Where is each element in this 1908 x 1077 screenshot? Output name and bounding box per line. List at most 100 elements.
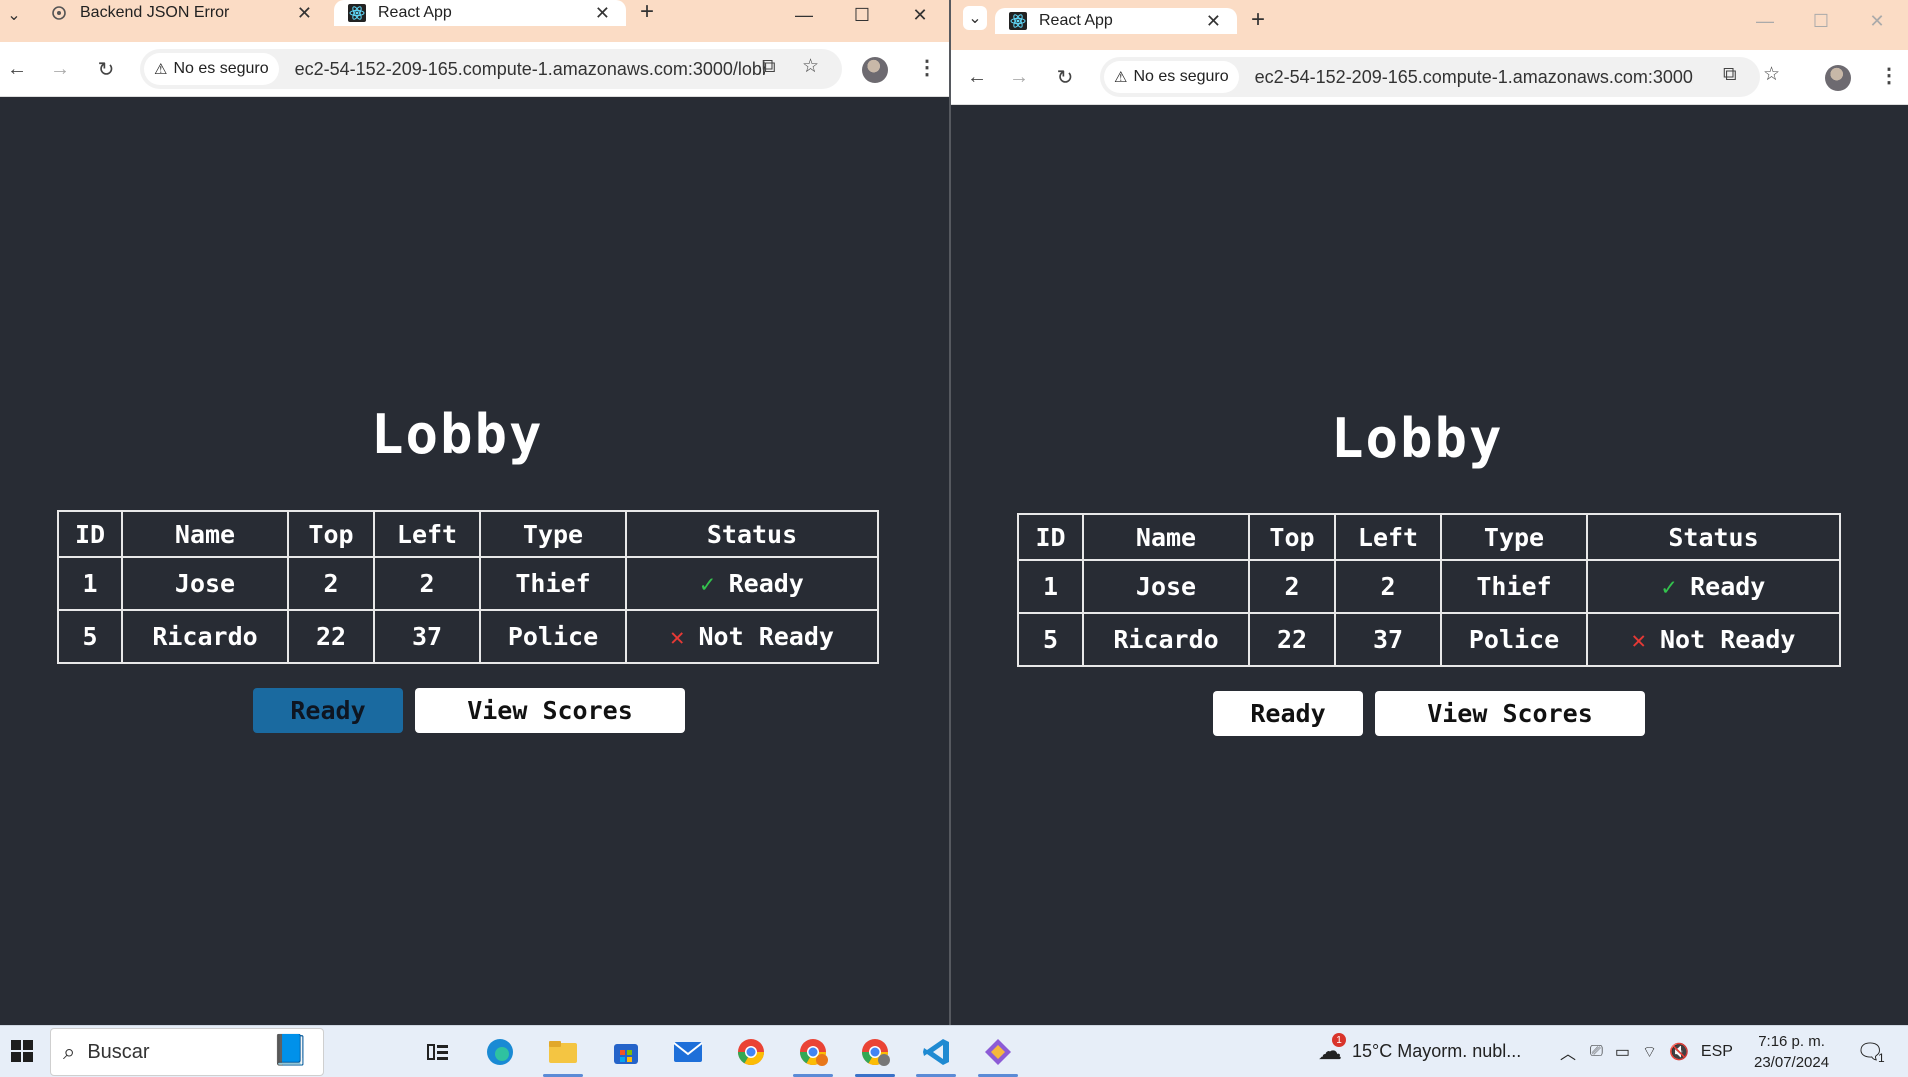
vscode-icon[interactable] bbox=[918, 1034, 954, 1070]
translate-icon[interactable]: ⧉ bbox=[1723, 64, 1737, 86]
view-scores-button[interactable]: View Scores bbox=[415, 688, 685, 733]
players-table: ID Name Top Left Type Status 1 Jose 2 2 … bbox=[57, 510, 879, 664]
new-tab-icon[interactable]: + bbox=[1251, 6, 1265, 34]
chrome-profile-icon[interactable] bbox=[795, 1034, 831, 1070]
menu-icon[interactable]: ⋮ bbox=[1879, 63, 1899, 88]
chrome-icon[interactable] bbox=[733, 1034, 769, 1070]
chevron-up-icon[interactable]: ︿ bbox=[1560, 1040, 1576, 1064]
taskbar: ⌕ Buscar 📘 ☁ 1 15°C Mayorm. nubl... ︿ ⎚ … bbox=[0, 1025, 1908, 1077]
cell-name: Ricardo bbox=[121, 609, 289, 664]
status-text: Not Ready bbox=[1659, 625, 1796, 654]
table-header-row: ID Name Top Left Type Status bbox=[1017, 513, 1841, 561]
cell-id: 1 bbox=[57, 556, 123, 611]
cell-id: 1 bbox=[1017, 559, 1084, 614]
minimize-icon[interactable]: — bbox=[1737, 6, 1793, 36]
language-indicator[interactable]: ESP bbox=[1701, 1043, 1733, 1061]
tab-react-app[interactable]: React App ✕ bbox=[334, 0, 626, 26]
cell-type: Thief bbox=[1440, 559, 1588, 614]
tab-search-icon[interactable]: ⌄ bbox=[963, 6, 987, 30]
table-row: 5 Ricardo 22 37 Police ✕ Not Ready bbox=[57, 609, 879, 664]
cell-status: ✕ Not Ready bbox=[625, 609, 879, 664]
camera-icon[interactable]: ⎚ bbox=[1590, 1043, 1603, 1061]
tab-react-app[interactable]: React App ✕ bbox=[995, 8, 1237, 34]
cell-left: 2 bbox=[1334, 559, 1442, 614]
forward-icon[interactable]: → bbox=[1007, 65, 1031, 89]
cross-icon: ✕ bbox=[670, 623, 685, 651]
url-text: ec2-54-152-209-165.compute-1.amazonaws.c… bbox=[1254, 66, 1693, 87]
mail-icon[interactable] bbox=[670, 1034, 706, 1070]
cell-top: 22 bbox=[287, 609, 375, 664]
column-header: Status bbox=[625, 510, 879, 558]
openai-icon bbox=[50, 4, 68, 22]
maximize-icon[interactable]: ☐ bbox=[1793, 6, 1849, 36]
notification-count: 1 bbox=[1877, 1050, 1885, 1065]
browser-window-right: ⌄ React App ✕ + — ☐ ✕ ← → ↻ ⚠ No es segu… bbox=[951, 0, 1908, 1025]
app-diamond-icon[interactable] bbox=[980, 1034, 1016, 1070]
search-icon: ⌕ bbox=[63, 1039, 76, 1064]
tab-title: Backend JSON Error bbox=[80, 4, 230, 21]
security-chip[interactable]: ⚠ No es seguro bbox=[144, 53, 279, 85]
security-chip[interactable]: ⚠ No es seguro bbox=[1104, 61, 1239, 93]
notifications-icon[interactable]: 🗨 1 bbox=[1856, 1026, 1885, 1077]
weather-badge: 1 bbox=[1332, 1033, 1346, 1047]
page-content: Lobby ID Name Top Left Type Status 1 Jos… bbox=[0, 97, 949, 1025]
search-highlight-icon: 📘 bbox=[271, 1034, 309, 1067]
tray-icons: ︿ ⎚ ▭ ⌔ 🔇 ESP bbox=[1560, 1026, 1747, 1077]
tab-strip: ⌄ React App ✕ + — ☐ ✕ bbox=[951, 0, 1908, 57]
cell-id: 5 bbox=[57, 609, 123, 664]
store-icon[interactable] bbox=[608, 1034, 644, 1070]
minimize-icon[interactable]: — bbox=[776, 0, 832, 30]
menu-icon[interactable]: ⋮ bbox=[917, 55, 937, 80]
translate-icon[interactable]: ⧉ bbox=[762, 56, 776, 78]
bookmark-star-icon[interactable]: ☆ bbox=[1763, 63, 1780, 86]
close-window-icon[interactable]: ✕ bbox=[1849, 6, 1905, 36]
security-label: No es seguro bbox=[1133, 68, 1229, 85]
check-icon: ✓ bbox=[700, 570, 715, 598]
clock[interactable]: 7:16 p. m. 23/07/2024 bbox=[1754, 1026, 1829, 1077]
wifi-icon[interactable]: ⌔ bbox=[1642, 1042, 1657, 1062]
check-icon: ✓ bbox=[1661, 573, 1677, 601]
page-content: Lobby ID Name Top Left Type Status 1 Jos… bbox=[951, 105, 1908, 1025]
avatar[interactable] bbox=[1825, 65, 1851, 91]
reload-icon[interactable]: ↻ bbox=[94, 57, 118, 81]
chrome-profile-2-icon[interactable] bbox=[857, 1034, 893, 1070]
column-header: Left bbox=[1334, 513, 1442, 561]
avatar[interactable] bbox=[862, 57, 888, 83]
taskbar-search[interactable]: ⌕ Buscar 📘 bbox=[50, 1028, 324, 1076]
column-header: Type bbox=[479, 510, 627, 558]
ready-button[interactable]: Ready bbox=[1213, 691, 1363, 736]
tab-backend-json-error[interactable]: Backend JSON Error ✕ bbox=[36, 0, 328, 26]
cell-type: Police bbox=[479, 609, 627, 664]
cell-name: Jose bbox=[121, 556, 289, 611]
weather-widget[interactable]: ☁ 1 15°C Mayorm. nubl... bbox=[1318, 1026, 1521, 1077]
cell-id: 5 bbox=[1017, 612, 1084, 667]
forward-icon[interactable]: → bbox=[48, 57, 72, 81]
clock-time: 7:16 p. m. bbox=[1758, 1032, 1825, 1050]
cell-top: 22 bbox=[1248, 612, 1336, 667]
view-scores-button[interactable]: View Scores bbox=[1375, 691, 1645, 736]
close-window-icon[interactable]: ✕ bbox=[892, 0, 948, 30]
close-tab-icon[interactable]: ✕ bbox=[297, 3, 312, 24]
back-icon[interactable]: ← bbox=[5, 57, 29, 81]
new-tab-icon[interactable]: + bbox=[640, 0, 654, 26]
table-row: 1 Jose 2 2 Thief ✓ Ready bbox=[57, 556, 879, 611]
close-tab-icon[interactable]: ✕ bbox=[595, 3, 610, 24]
bookmark-star-icon[interactable]: ☆ bbox=[802, 55, 819, 78]
cell-name: Ricardo bbox=[1082, 612, 1250, 667]
tab-search-icon[interactable]: ⌄ bbox=[0, 0, 28, 30]
battery-icon[interactable]: ▭ bbox=[1615, 1042, 1630, 1062]
task-view-icon[interactable] bbox=[420, 1034, 456, 1070]
maximize-icon[interactable]: ☐ bbox=[834, 0, 890, 30]
close-tab-icon[interactable]: ✕ bbox=[1206, 11, 1221, 32]
address-bar[interactable]: ⚠ No es seguro ec2-54-152-209-165.comput… bbox=[140, 49, 842, 89]
volume-muted-icon[interactable]: 🔇 bbox=[1669, 1042, 1689, 1062]
back-icon[interactable]: ← bbox=[965, 65, 989, 89]
file-explorer-icon[interactable] bbox=[545, 1034, 581, 1070]
reload-icon[interactable]: ↻ bbox=[1053, 65, 1077, 89]
ready-button[interactable]: Ready bbox=[253, 688, 403, 733]
cell-name: Jose bbox=[1082, 559, 1250, 614]
edge-icon[interactable] bbox=[482, 1034, 518, 1070]
windows-start-icon[interactable] bbox=[4, 1033, 40, 1069]
search-placeholder: Buscar bbox=[87, 1040, 150, 1063]
address-bar[interactable]: ⚠ No es seguro ec2-54-152-209-165.comput… bbox=[1100, 57, 1760, 97]
